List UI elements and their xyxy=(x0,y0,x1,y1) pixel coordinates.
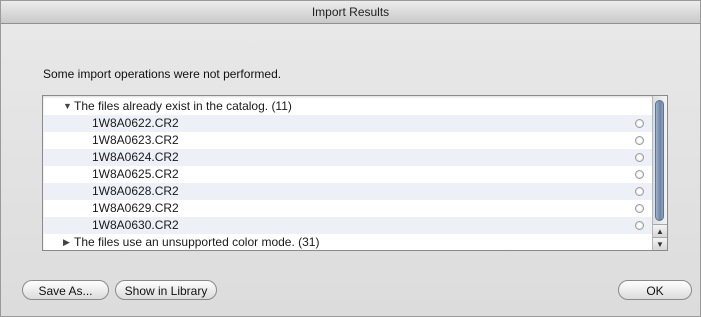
group-row-unsupported[interactable]: ▶ The files use an unsupported color mod… xyxy=(43,234,655,250)
results-list[interactable]: ▼ The files already exist in the catalog… xyxy=(42,95,668,251)
info-circle-icon[interactable] xyxy=(635,119,644,128)
file-name: 1W8A0628.CR2 xyxy=(92,184,179,198)
file-name: 1W8A0625.CR2 xyxy=(92,167,179,181)
file-name: 1W8A0629.CR2 xyxy=(92,201,179,215)
info-circle-icon[interactable] xyxy=(635,221,644,230)
file-name: 1W8A0623.CR2 xyxy=(92,133,179,147)
group-label: The files use an unsupported color mode.… xyxy=(74,235,320,249)
info-circle-icon[interactable] xyxy=(635,187,644,196)
list-item[interactable]: 1W8A0625.CR2 xyxy=(43,166,655,183)
status-message: Some import operations were not performe… xyxy=(43,67,282,81)
scroll-down-arrow-icon[interactable]: ▼ xyxy=(653,237,667,250)
info-circle-icon[interactable] xyxy=(635,170,644,179)
list-item[interactable]: 1W8A0629.CR2 xyxy=(43,200,655,217)
list-item[interactable]: 1W8A0623.CR2 xyxy=(43,132,655,149)
group-label: The files already exist in the catalog. … xyxy=(74,99,292,113)
dialog-title: Import Results xyxy=(1,1,700,24)
group-row-existing[interactable]: ▼ The files already exist in the catalog… xyxy=(43,98,655,115)
expanded-triangle-icon[interactable]: ▼ xyxy=(63,98,73,115)
info-circle-icon[interactable] xyxy=(635,204,644,213)
file-name: 1W8A0624.CR2 xyxy=(92,150,179,164)
list-item[interactable]: 1W8A0622.CR2 xyxy=(43,115,655,132)
vertical-scrollbar[interactable]: ▲ ▼ xyxy=(652,96,667,250)
info-circle-icon[interactable] xyxy=(635,136,644,145)
import-results-dialog: Import Results Some import operations we… xyxy=(0,0,701,317)
ok-button[interactable]: OK xyxy=(618,280,692,300)
list-item[interactable]: 1W8A0628.CR2 xyxy=(43,183,655,200)
file-name: 1W8A0622.CR2 xyxy=(92,116,179,130)
show-in-library-button[interactable]: Show in Library xyxy=(115,280,217,300)
info-circle-icon[interactable] xyxy=(635,153,644,162)
list-item[interactable]: 1W8A0624.CR2 xyxy=(43,149,655,166)
scroll-up-arrow-icon[interactable]: ▲ xyxy=(653,224,667,238)
list-item[interactable]: 1W8A0630.CR2 xyxy=(43,217,655,234)
save-as-button[interactable]: Save As... xyxy=(22,280,109,300)
file-name: 1W8A0630.CR2 xyxy=(92,218,179,232)
collapsed-triangle-icon[interactable]: ▶ xyxy=(63,234,73,250)
scroll-thumb[interactable] xyxy=(655,100,664,221)
